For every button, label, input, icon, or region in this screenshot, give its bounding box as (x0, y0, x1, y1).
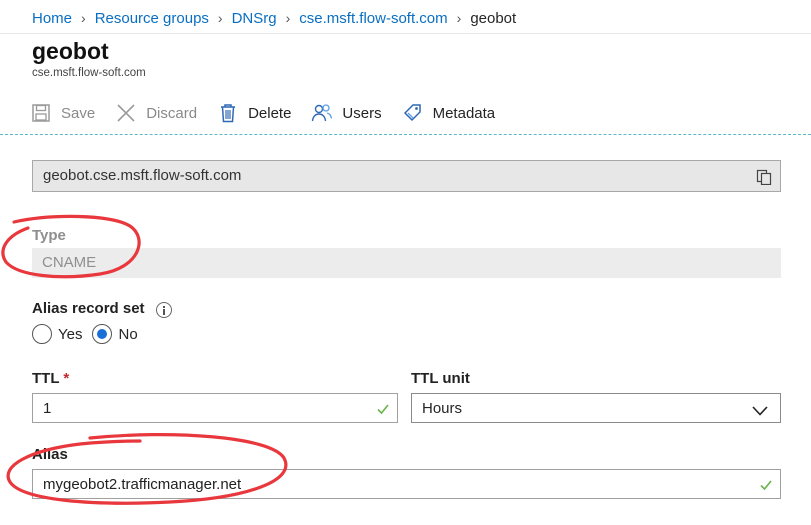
alias-input[interactable]: mygeobot2.trafficmanager.net (32, 469, 781, 499)
info-icon[interactable] (156, 302, 172, 318)
chevron-right-icon: › (285, 10, 291, 26)
checkmark-icon (377, 402, 389, 415)
radio-yes-label: Yes (58, 325, 83, 343)
alias-record-set-label: Alias record set (32, 300, 145, 317)
breadcrumb: Home › Resource groups › DNSrg › cse.msf… (32, 8, 516, 28)
copy-icon[interactable] (756, 169, 772, 186)
chevron-right-icon: › (456, 10, 462, 26)
radio-yes[interactable]: Yes (32, 324, 82, 344)
discard-label: Discard (146, 104, 198, 122)
page-subtitle: cse.msft.flow-soft.com (32, 67, 146, 79)
command-bar: Save Discard Delete Users Metadata (30, 100, 515, 126)
breadcrumb-dnsrg[interactable]: DNSrg (232, 10, 277, 27)
discard-button[interactable]: Discard (115, 102, 197, 124)
ttl-label-text: TTL (32, 370, 60, 387)
breadcrumb-divider (0, 33, 811, 34)
required-marker: * (63, 370, 70, 387)
delete-button[interactable]: Delete (217, 102, 291, 124)
breadcrumb-current: geobot (470, 9, 517, 27)
ttl-input[interactable]: 1 (32, 393, 398, 423)
ttl-unit-select[interactable]: Hours (411, 393, 781, 423)
chevron-right-icon: › (217, 10, 223, 26)
chevron-right-icon: › (81, 10, 86, 26)
checkmark-icon (760, 478, 772, 491)
record-name-field: geobot.cse.msft.flow-soft.com (32, 160, 781, 192)
breadcrumb-zone[interactable]: cse.msft.flow-soft.com (299, 10, 447, 27)
record-name-value: geobot.cse.msft.flow-soft.com (43, 167, 242, 184)
alias-label: Alias (32, 446, 68, 463)
radio-no-circle[interactable] (92, 324, 113, 344)
ttl-label: TTL * (32, 370, 69, 387)
save-label: Save (61, 104, 96, 122)
tag-icon (402, 102, 424, 124)
save-button[interactable]: Save (30, 102, 95, 124)
type-field: CNAME (32, 248, 781, 278)
users-button[interactable]: Users (311, 102, 382, 124)
alias-record-set-radio-group: Yes No (32, 324, 148, 344)
ttl-value: 1 (43, 400, 52, 417)
radio-no-label: No (118, 325, 138, 343)
close-icon (115, 102, 137, 124)
page-title: geobot (32, 38, 109, 64)
type-label: Type (32, 227, 66, 244)
metadata-button[interactable]: Metadata (402, 102, 496, 124)
metadata-label: Metadata (432, 104, 496, 122)
trash-icon (217, 102, 239, 124)
users-icon (311, 102, 333, 124)
users-label: Users (342, 104, 382, 122)
breadcrumb-home[interactable]: Home (32, 10, 72, 27)
radio-yes-circle[interactable] (32, 324, 52, 344)
radio-no[interactable]: No (92, 324, 138, 344)
chevron-down-icon (752, 403, 768, 416)
type-value: CNAME (42, 254, 97, 271)
ttl-unit-label: TTL unit (411, 370, 470, 387)
delete-label: Delete (248, 104, 292, 122)
breadcrumb-resource-groups[interactable]: Resource groups (95, 10, 209, 27)
alias-value: mygeobot2.trafficmanager.net (43, 476, 242, 493)
toolbar-divider (0, 134, 811, 135)
ttl-unit-value: Hours (422, 400, 463, 417)
save-icon (30, 102, 52, 124)
